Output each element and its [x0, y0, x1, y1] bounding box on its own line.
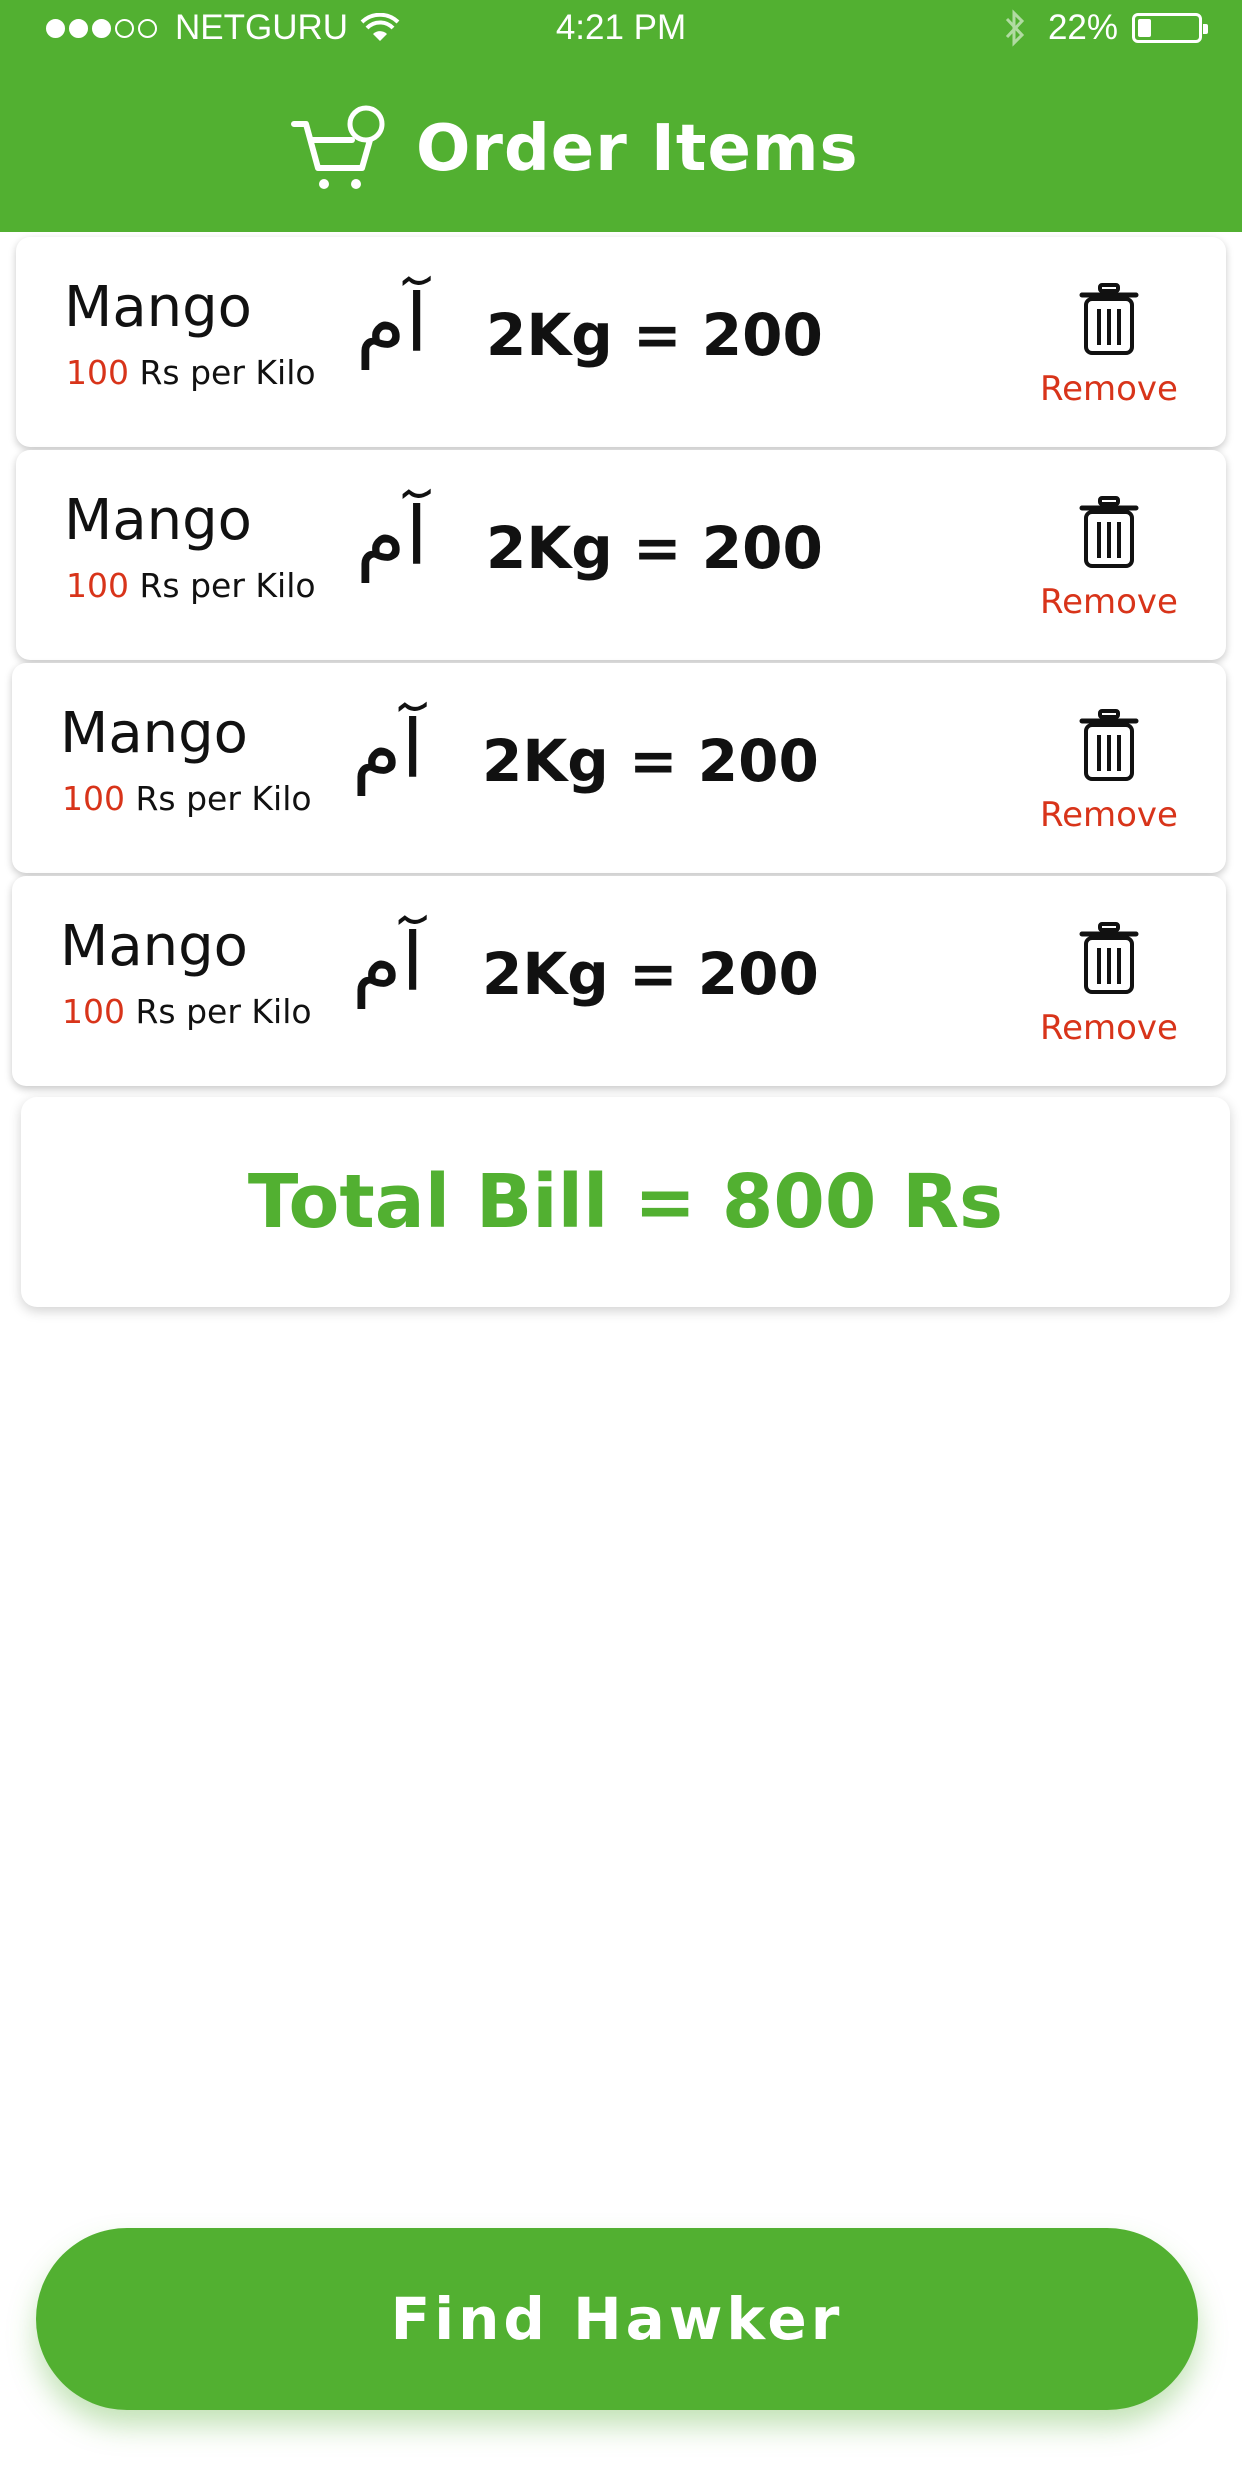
item-name: Mango: [64, 275, 252, 340]
item-price-unit: Rs per Kilo: [135, 992, 312, 1031]
order-item-card: Mango 100 Rs per Kilo آم 2Kg = 200 Remov…: [16, 450, 1226, 660]
order-item-card: Mango 100 Rs per Kilo آم 2Kg = 200 Remov…: [12, 663, 1226, 873]
remove-item-button[interactable]: Remove: [1034, 922, 1184, 1062]
total-bill-card: Total Bill = 800 Rs: [21, 1097, 1230, 1307]
item-price-value: 100: [66, 353, 129, 392]
item-name: Mango: [60, 701, 248, 766]
app-header: NETGURU 4:21 PM 22% Order Items: [0, 0, 1242, 232]
item-name: Mango: [64, 488, 252, 553]
remove-label: Remove: [1040, 369, 1178, 409]
header-title-row: Order Items: [290, 104, 859, 194]
item-price-unit: Rs per Kilo: [135, 779, 312, 818]
item-quantity-total: 2Kg = 200: [482, 727, 819, 795]
trash-icon: [1079, 496, 1139, 568]
item-price: 100 Rs per Kilo: [62, 779, 312, 818]
trash-icon: [1079, 709, 1139, 781]
status-bar: NETGURU 4:21 PM 22%: [0, 0, 1242, 56]
bluetooth-icon: [1005, 9, 1025, 47]
total-bill-text: Total Bill = 800 Rs: [247, 1159, 1004, 1245]
item-name: Mango: [60, 914, 248, 979]
remove-label: Remove: [1040, 582, 1178, 622]
item-price-value: 100: [66, 566, 129, 605]
remove-item-button[interactable]: Remove: [1034, 283, 1184, 423]
order-item-card: Mango 100 Rs per Kilo آم 2Kg = 200 Remov…: [16, 237, 1226, 447]
remove-label: Remove: [1040, 1008, 1178, 1048]
remove-label: Remove: [1040, 795, 1178, 835]
item-quantity-total: 2Kg = 200: [486, 514, 823, 582]
remove-item-button[interactable]: Remove: [1034, 496, 1184, 636]
item-price-unit: Rs per Kilo: [139, 566, 316, 605]
battery-icon: [1132, 13, 1208, 43]
item-price-value: 100: [62, 779, 125, 818]
item-price-unit: Rs per Kilo: [139, 353, 316, 392]
item-price: 100 Rs per Kilo: [66, 566, 316, 605]
item-urdu-name: آم: [352, 916, 424, 1009]
item-urdu-name: آم: [352, 703, 424, 796]
battery-fill: [1138, 19, 1151, 37]
item-quantity-total: 2Kg = 200: [482, 940, 819, 1008]
item-price-value: 100: [62, 992, 125, 1031]
battery-percent: 22%: [1047, 8, 1118, 47]
item-price: 100 Rs per Kilo: [62, 992, 312, 1031]
item-price: 100 Rs per Kilo: [66, 353, 316, 392]
item-quantity-total: 2Kg = 200: [486, 301, 823, 369]
trash-icon: [1079, 283, 1139, 355]
cart-icon: [291, 105, 385, 189]
status-right: 22%: [1004, 8, 1208, 48]
trash-icon: [1079, 922, 1139, 994]
item-urdu-name: آم: [356, 277, 428, 370]
order-item-card: Mango 100 Rs per Kilo آم 2Kg = 200 Remov…: [12, 876, 1226, 1086]
find-hawker-button[interactable]: Find Hawker: [36, 2228, 1198, 2410]
item-urdu-name: آم: [356, 490, 428, 583]
remove-item-button[interactable]: Remove: [1034, 709, 1184, 849]
page-title: Order Items: [416, 112, 859, 186]
